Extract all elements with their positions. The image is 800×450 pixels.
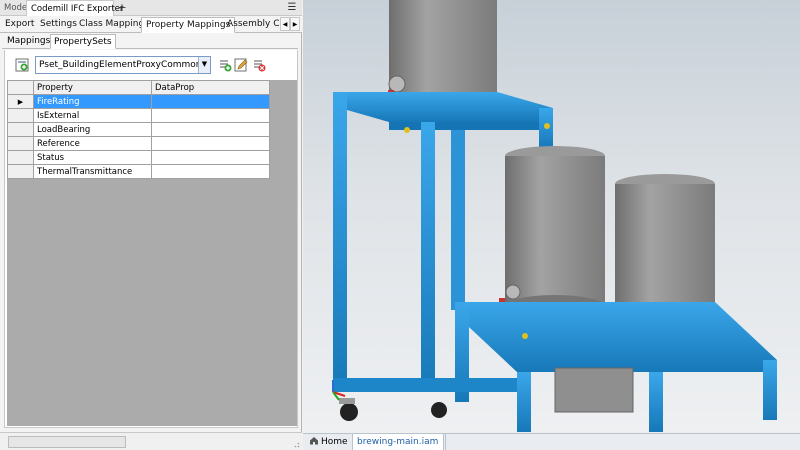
propset-select-value: Pset_BuildingElementProxyCommon xyxy=(39,60,202,70)
tank-middle xyxy=(499,146,605,317)
lower-shelf-frame xyxy=(333,302,777,432)
home-icon xyxy=(309,435,319,445)
table-row[interactable]: Status xyxy=(7,150,270,165)
panel-menu-icon[interactable]: ☰ xyxy=(286,0,298,16)
main-tab-bar: Export Settings Class Mappings Property … xyxy=(0,16,302,33)
current-row-icon[interactable]: ▶ xyxy=(7,94,34,109)
tab-property-mappings[interactable]: Property Mappings xyxy=(141,17,236,33)
row-header[interactable] xyxy=(7,150,34,165)
table-row[interactable]: IsExternal xyxy=(7,108,270,123)
tab-model[interactable]: Model xyxy=(0,0,30,16)
row-header[interactable] xyxy=(7,136,34,151)
row-header[interactable] xyxy=(7,122,34,137)
property-sets-content: Pset_BuildingElementProxyCommon ▼ Proper… xyxy=(4,50,298,428)
table-row[interactable]: LoadBearing xyxy=(7,122,270,137)
tab-mappings[interactable]: Mappings xyxy=(4,34,53,49)
propset-select[interactable]: Pset_BuildingElementProxyCommon ▼ xyxy=(35,56,211,74)
document-tab-bar: Home brewing-main.iam xyxy=(303,433,800,450)
dataprop-cell[interactable] xyxy=(151,122,270,137)
progress-bar xyxy=(8,436,126,448)
add-tab-button[interactable]: + xyxy=(116,0,128,16)
property-set-toolbar: Pset_BuildingElementProxyCommon ▼ xyxy=(11,56,295,76)
property-cell[interactable]: Reference xyxy=(33,136,152,151)
home-label: Home xyxy=(321,437,348,447)
tab-brewing-main[interactable]: brewing-main.iam xyxy=(352,434,444,450)
status-bar xyxy=(0,432,302,450)
dataprop-cell[interactable] xyxy=(151,108,270,123)
sub-tab-bar: Mappings PropertySets xyxy=(2,34,298,49)
property-cell[interactable]: ThermalTransmittance xyxy=(33,164,152,179)
edit-property-icon[interactable] xyxy=(234,58,248,72)
resize-grip-icon[interactable] xyxy=(292,440,300,448)
dataprop-cell[interactable] xyxy=(151,150,270,165)
ifc-exporter-panel: Model Codemill IFC Exporter + ☰ Export S… xyxy=(0,0,302,450)
property-cell[interactable]: Status xyxy=(33,150,152,165)
3d-viewport[interactable] xyxy=(303,0,800,433)
property-cell[interactable]: FireRating xyxy=(33,94,152,109)
row-header-corner[interactable] xyxy=(7,80,34,95)
tab-home[interactable]: Home xyxy=(309,434,351,450)
tab-separator xyxy=(445,434,446,450)
property-table: Property DataProp ▶ FireRating IsExterna… xyxy=(7,80,270,179)
dataprop-cell[interactable] xyxy=(151,136,270,151)
tab-scroll-left-icon[interactable]: ◀ xyxy=(280,17,290,31)
dataprop-cell[interactable] xyxy=(151,164,270,179)
add-property-icon[interactable] xyxy=(218,58,232,72)
table-row[interactable]: ▶ FireRating xyxy=(7,94,270,109)
row-header[interactable] xyxy=(7,108,34,123)
property-cell[interactable]: LoadBearing xyxy=(33,122,152,137)
property-cell[interactable]: IsExternal xyxy=(33,108,152,123)
add-propset-icon[interactable] xyxy=(15,58,29,72)
remove-property-icon[interactable] xyxy=(252,58,266,72)
caster-wheels xyxy=(339,398,447,421)
row-header[interactable] xyxy=(7,164,34,179)
tab-codemill-ifc-exporter[interactable]: Codemill IFC Exporter xyxy=(26,0,123,16)
tab-property-sets[interactable]: PropertySets xyxy=(50,34,116,49)
dataprop-cell[interactable] xyxy=(151,94,270,109)
table-row[interactable]: Reference xyxy=(7,136,270,151)
chevron-down-icon[interactable]: ▼ xyxy=(198,57,210,73)
column-header-property[interactable]: Property xyxy=(33,80,152,95)
brewing-rack-model xyxy=(332,0,777,432)
property-grid: Property DataProp ▶ FireRating IsExterna… xyxy=(7,80,297,426)
panel-tab-strip: Model Codemill IFC Exporter + ☰ xyxy=(0,0,302,16)
column-header-dataprop[interactable]: DataProp xyxy=(151,80,270,95)
tab-scroll-right-icon[interactable]: ▶ xyxy=(290,17,300,31)
tab-export[interactable]: Export xyxy=(1,17,38,33)
table-row[interactable]: ThermalTransmittance xyxy=(7,164,270,179)
